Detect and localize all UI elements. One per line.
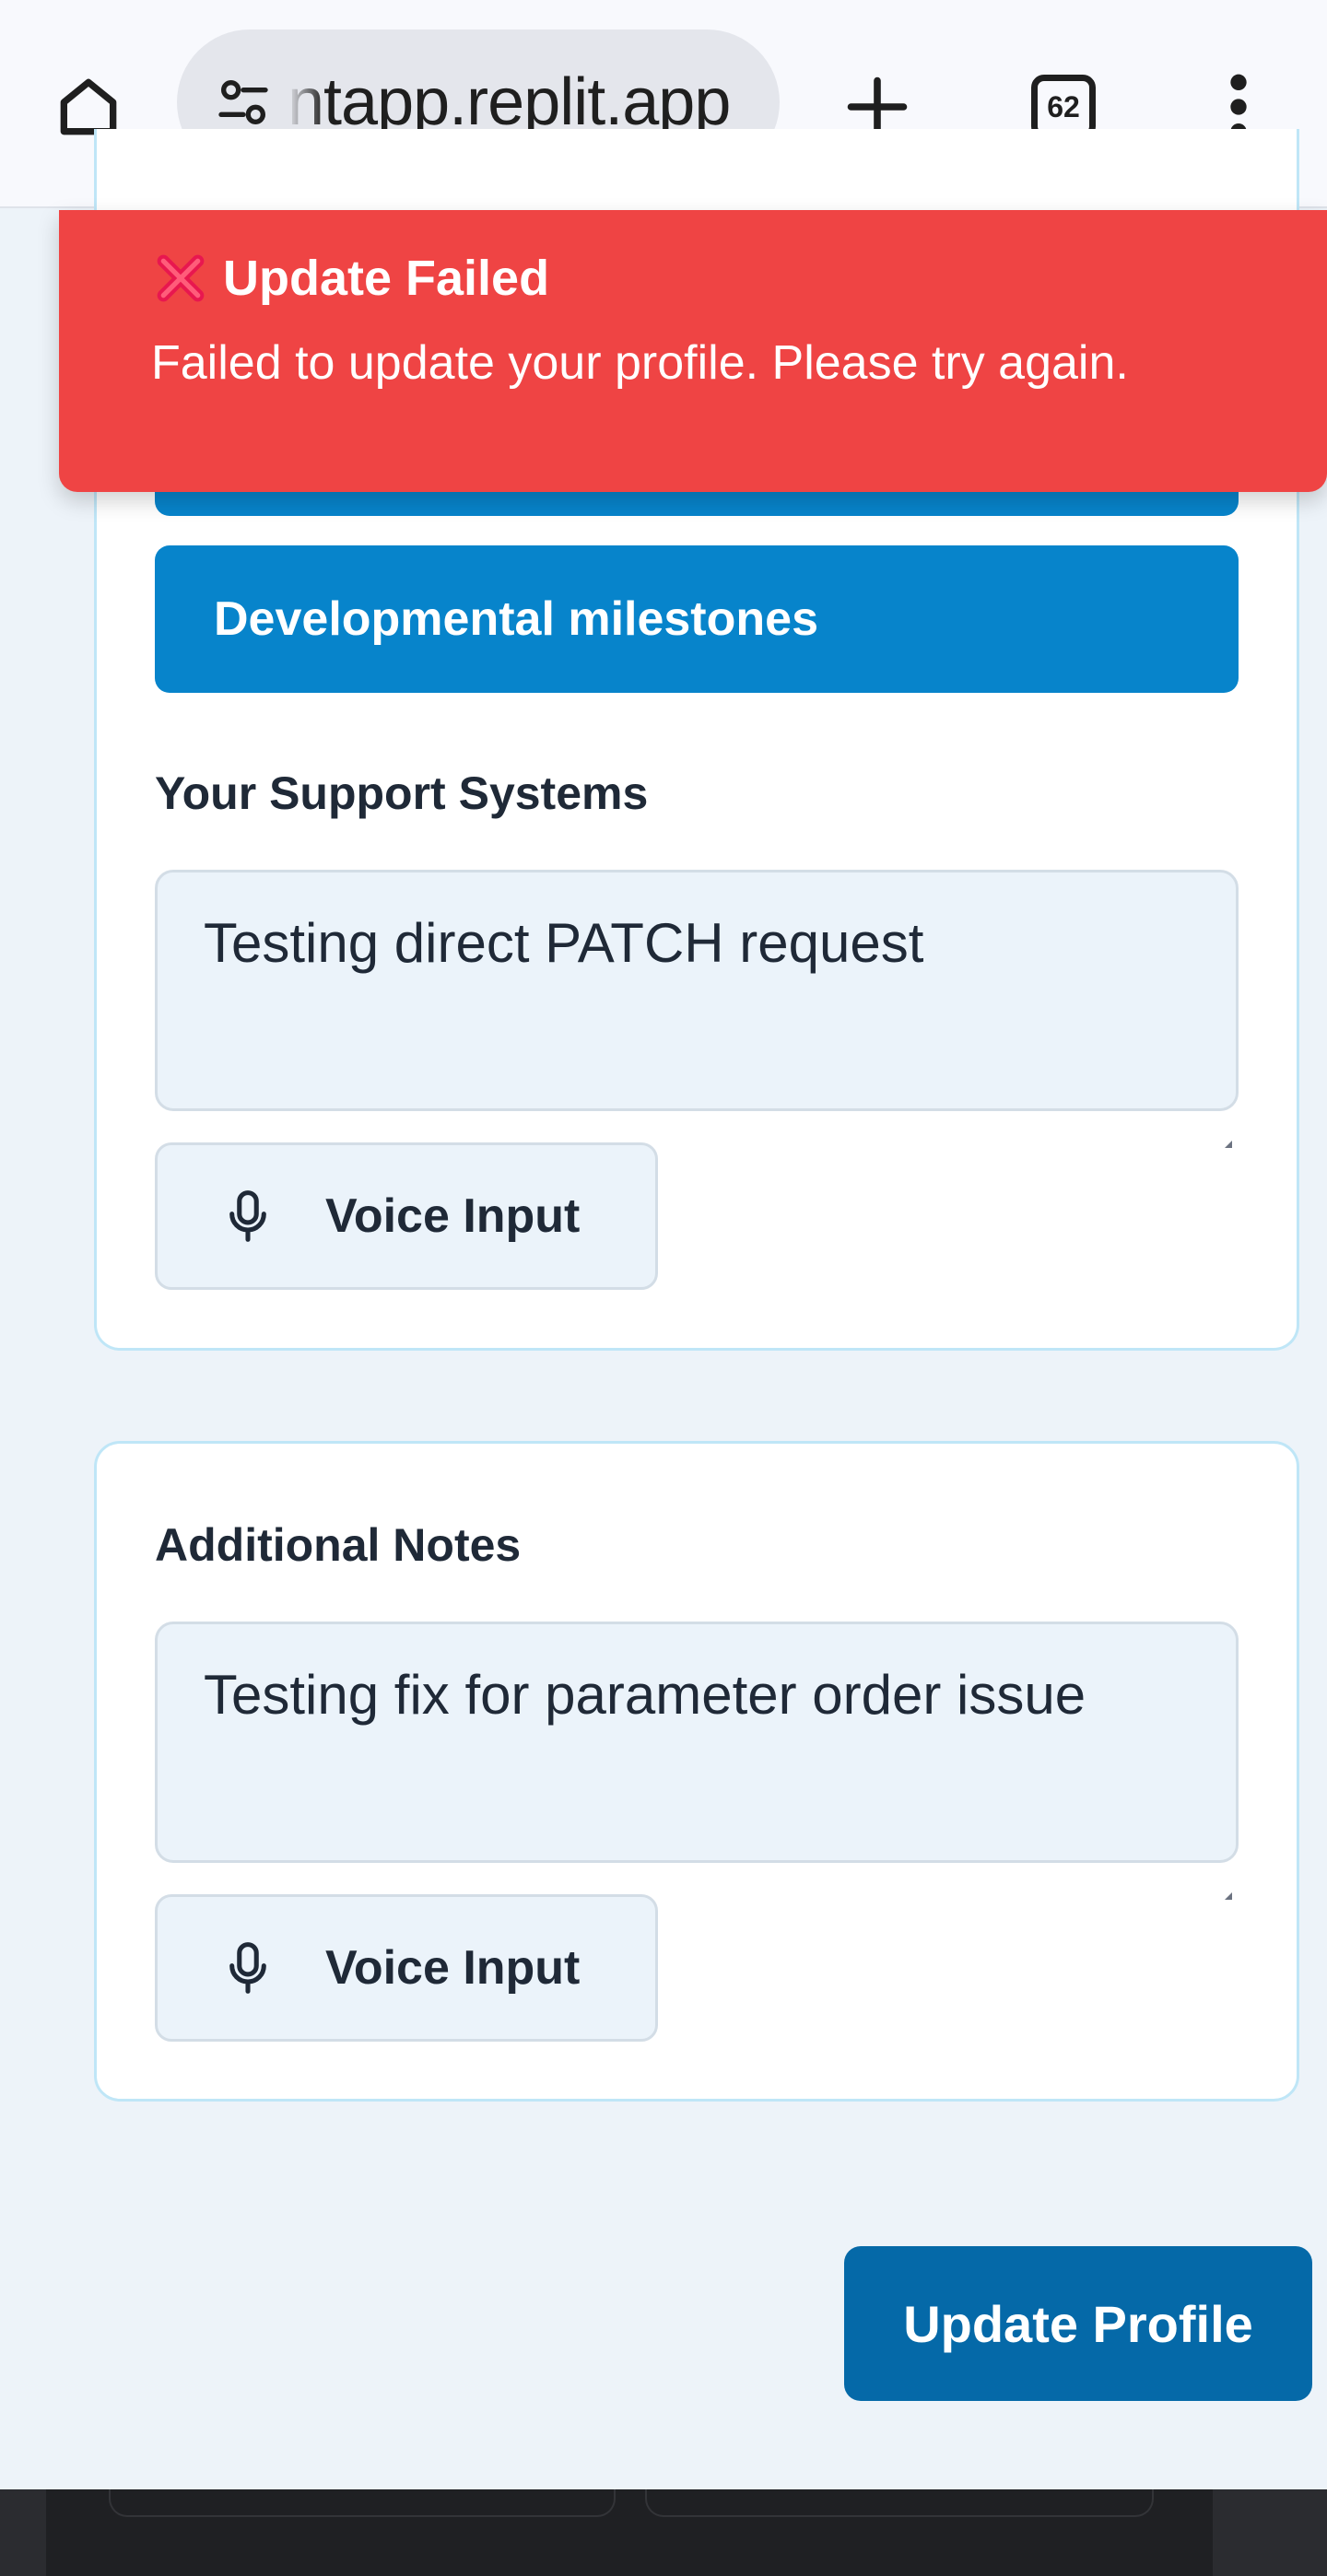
developmental-milestones-button[interactable]: Developmental milestones xyxy=(155,545,1239,693)
toast-title-row: Update Failed xyxy=(151,249,549,308)
resize-handle-icon[interactable] xyxy=(1225,1097,1232,1148)
bottom-panel-item xyxy=(109,2489,616,2517)
voice-input-label: Voice Input xyxy=(325,1189,581,1243)
voice-input-label: Voice Input xyxy=(325,1941,581,1995)
support-systems-textarea[interactable]: Testing direct PATCH request xyxy=(155,870,1239,1148)
update-profile-label: Update Profile xyxy=(903,2294,1253,2353)
site-settings-icon[interactable] xyxy=(210,69,276,135)
additional-notes-textarea[interactable]: Testing fix for parameter order issue xyxy=(155,1622,1239,1900)
bottom-nav-edge xyxy=(0,2489,1327,2576)
support-systems-value: Testing direct PATCH request xyxy=(204,912,924,974)
notes-voice-input-button[interactable]: Voice Input xyxy=(155,1894,658,2042)
update-profile-button[interactable]: Update Profile xyxy=(844,2246,1312,2401)
microphone-icon xyxy=(220,1940,276,1996)
error-toast[interactable]: Update Failed Failed to update your prof… xyxy=(59,210,1327,492)
cross-mark-icon xyxy=(157,254,205,302)
support-systems-label: Your Support Systems xyxy=(155,767,649,819)
resize-handle-icon[interactable] xyxy=(1225,1849,1232,1900)
toast-message: Failed to update your profile. Please tr… xyxy=(151,336,1129,390)
additional-notes-label: Additional Notes xyxy=(155,1519,522,1571)
bottom-panel-item xyxy=(645,2489,1154,2517)
toast-title: Update Failed xyxy=(223,251,550,306)
microphone-icon xyxy=(220,1188,276,1244)
support-voice-input-button[interactable]: Voice Input xyxy=(155,1142,658,1290)
additional-notes-value: Testing fix for parameter order issue xyxy=(204,1664,1086,1726)
milestone-button-label: Developmental milestones xyxy=(214,592,818,646)
